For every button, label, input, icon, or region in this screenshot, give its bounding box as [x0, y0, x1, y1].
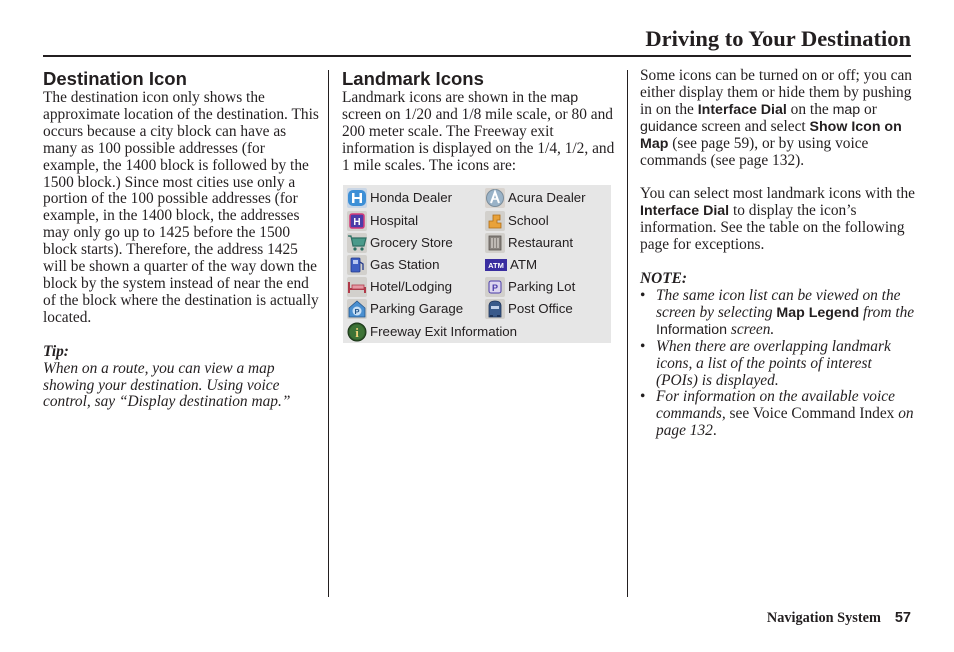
icon-entry: Restaurant	[485, 232, 573, 253]
icon-entry: Grocery Store	[347, 232, 485, 253]
column-divider	[627, 70, 628, 597]
landmark-icon-table: Honda Dealer Acura Dealer H Hospital Sch…	[343, 185, 611, 343]
page-footer: Navigation System 57	[767, 610, 911, 627]
text: screen and select	[697, 117, 810, 135]
text: screen on 1/20 and 1/8 mile scale, or 80…	[342, 105, 615, 174]
icon-entry: Post Office	[485, 298, 573, 319]
icon-label: Hospital	[370, 213, 419, 228]
body-paragraph: The destination icon only shows the appr…	[43, 89, 319, 326]
landmark-icons-section: Landmark Icons Landmark icons are shown …	[342, 68, 617, 175]
icon-entry: School	[485, 210, 549, 231]
ui-term-map: map	[832, 101, 861, 118]
svg-text:i: i	[355, 325, 359, 340]
icon-label: Gas Station	[370, 257, 440, 272]
acura-dealer-icon	[485, 187, 505, 208]
text: When there are overlapping landmark icon…	[656, 337, 891, 389]
svg-text:ATM: ATM	[488, 261, 504, 270]
ui-term-information: Information	[656, 321, 727, 338]
destination-icon-section: Destination Icon The destination icon on…	[43, 68, 323, 411]
icon-label: School	[508, 213, 549, 228]
note-item: The same icon list can be viewed on the …	[640, 287, 915, 339]
svg-text:H: H	[353, 217, 360, 228]
parking-garage-icon: P	[347, 298, 367, 319]
icon-entry: Gas Station	[347, 254, 485, 275]
icon-entry: H Hospital	[347, 210, 485, 231]
tip-text: When on a route, you can view a map show…	[43, 359, 291, 411]
honda-dealer-icon	[347, 187, 367, 208]
page-number: 57	[894, 610, 911, 626]
text: on the	[786, 100, 833, 118]
icon-display-section: Some icons can be turned on or off; you …	[640, 67, 915, 440]
icon-table-row: Hotel/Lodging P Parking Lot	[347, 276, 575, 297]
text: (see page 59), or by using voice command…	[640, 134, 869, 169]
icon-table-row: Honda Dealer Acura Dealer	[347, 187, 586, 208]
icon-label: Parking Lot	[508, 279, 576, 294]
ui-term-map: map	[550, 90, 579, 106]
note-item: For information on the available voice c…	[640, 388, 915, 440]
icon-entry: P Parking Garage	[347, 298, 485, 319]
body-paragraph: Some icons can be turned on or off; you …	[640, 67, 915, 169]
text: .	[712, 422, 717, 440]
icon-table-row: Grocery Store Restaurant	[347, 232, 573, 253]
icon-label: Restaurant	[508, 235, 574, 250]
page-title: Driving to Your Destination	[645, 26, 911, 51]
text: screen.	[726, 320, 775, 338]
ui-term-interface-dial: Interface Dial	[640, 203, 730, 220]
icon-entry: i Freeway Exit Information	[347, 321, 517, 342]
cross-reference: see Voice Command Index	[725, 405, 899, 423]
body-paragraph: You can select most landmark icons with …	[640, 185, 915, 254]
section-heading: Destination Icon	[43, 68, 187, 89]
icon-table-row: H Hospital School	[347, 210, 549, 231]
icon-table-row: P Parking Garage Post Office	[347, 298, 573, 319]
icon-label: Grocery Store	[370, 235, 453, 250]
body-paragraph: Landmark icons are shown in the map scre…	[342, 89, 617, 175]
icon-label: Freeway Exit Information	[370, 324, 518, 339]
note-list: The same icon list can be viewed on the …	[640, 287, 915, 440]
footer-section-name: Navigation System	[766, 610, 881, 626]
icon-table-row: Gas Station ATM ATM	[347, 254, 537, 275]
text: Landmark icons are shown in the	[342, 89, 551, 106]
header-rule	[43, 55, 911, 57]
text: or	[860, 100, 877, 118]
icon-table-row: i Freeway Exit Information	[347, 321, 517, 342]
icon-label: Post Office	[508, 301, 573, 316]
text: You can select most landmark icons with …	[640, 185, 915, 203]
ui-term-interface-dial: Interface Dial	[697, 101, 787, 118]
ui-term-map-legend: Map Legend	[776, 304, 860, 321]
school-icon	[485, 210, 505, 231]
text: from the	[859, 303, 915, 321]
icon-label: ATM	[510, 257, 538, 272]
icon-entry: Acura Dealer	[485, 187, 586, 208]
note-label: NOTE:	[640, 270, 688, 288]
icon-label: Hotel/Lodging	[370, 279, 453, 294]
post-office-icon	[485, 298, 505, 319]
hospital-icon: H	[347, 210, 367, 231]
icon-entry: Hotel/Lodging	[347, 276, 485, 297]
note-item: When there are overlapping landmark icon…	[640, 337, 915, 390]
gas-station-icon	[347, 254, 367, 275]
atm-icon: ATM	[485, 255, 507, 275]
tip-label: Tip:	[43, 342, 69, 360]
section-heading: Landmark Icons	[342, 68, 484, 89]
grocery-store-icon	[347, 232, 367, 253]
ui-term-guidance: guidance	[640, 118, 698, 135]
icon-entry: Honda Dealer	[347, 187, 485, 208]
restaurant-icon	[485, 232, 505, 253]
icon-label: Acura Dealer	[508, 190, 586, 205]
icon-entry: ATM ATM	[485, 254, 537, 275]
parking-lot-icon: P	[485, 276, 505, 297]
freeway-exit-info-icon: i	[347, 322, 367, 342]
column-divider	[328, 70, 329, 597]
svg-text:P: P	[492, 283, 498, 293]
svg-text:P: P	[354, 307, 359, 316]
hotel-lodging-icon	[347, 276, 367, 297]
icon-label: Honda Dealer	[370, 190, 453, 205]
icon-label: Parking Garage	[370, 301, 464, 316]
icon-entry: P Parking Lot	[485, 276, 575, 297]
